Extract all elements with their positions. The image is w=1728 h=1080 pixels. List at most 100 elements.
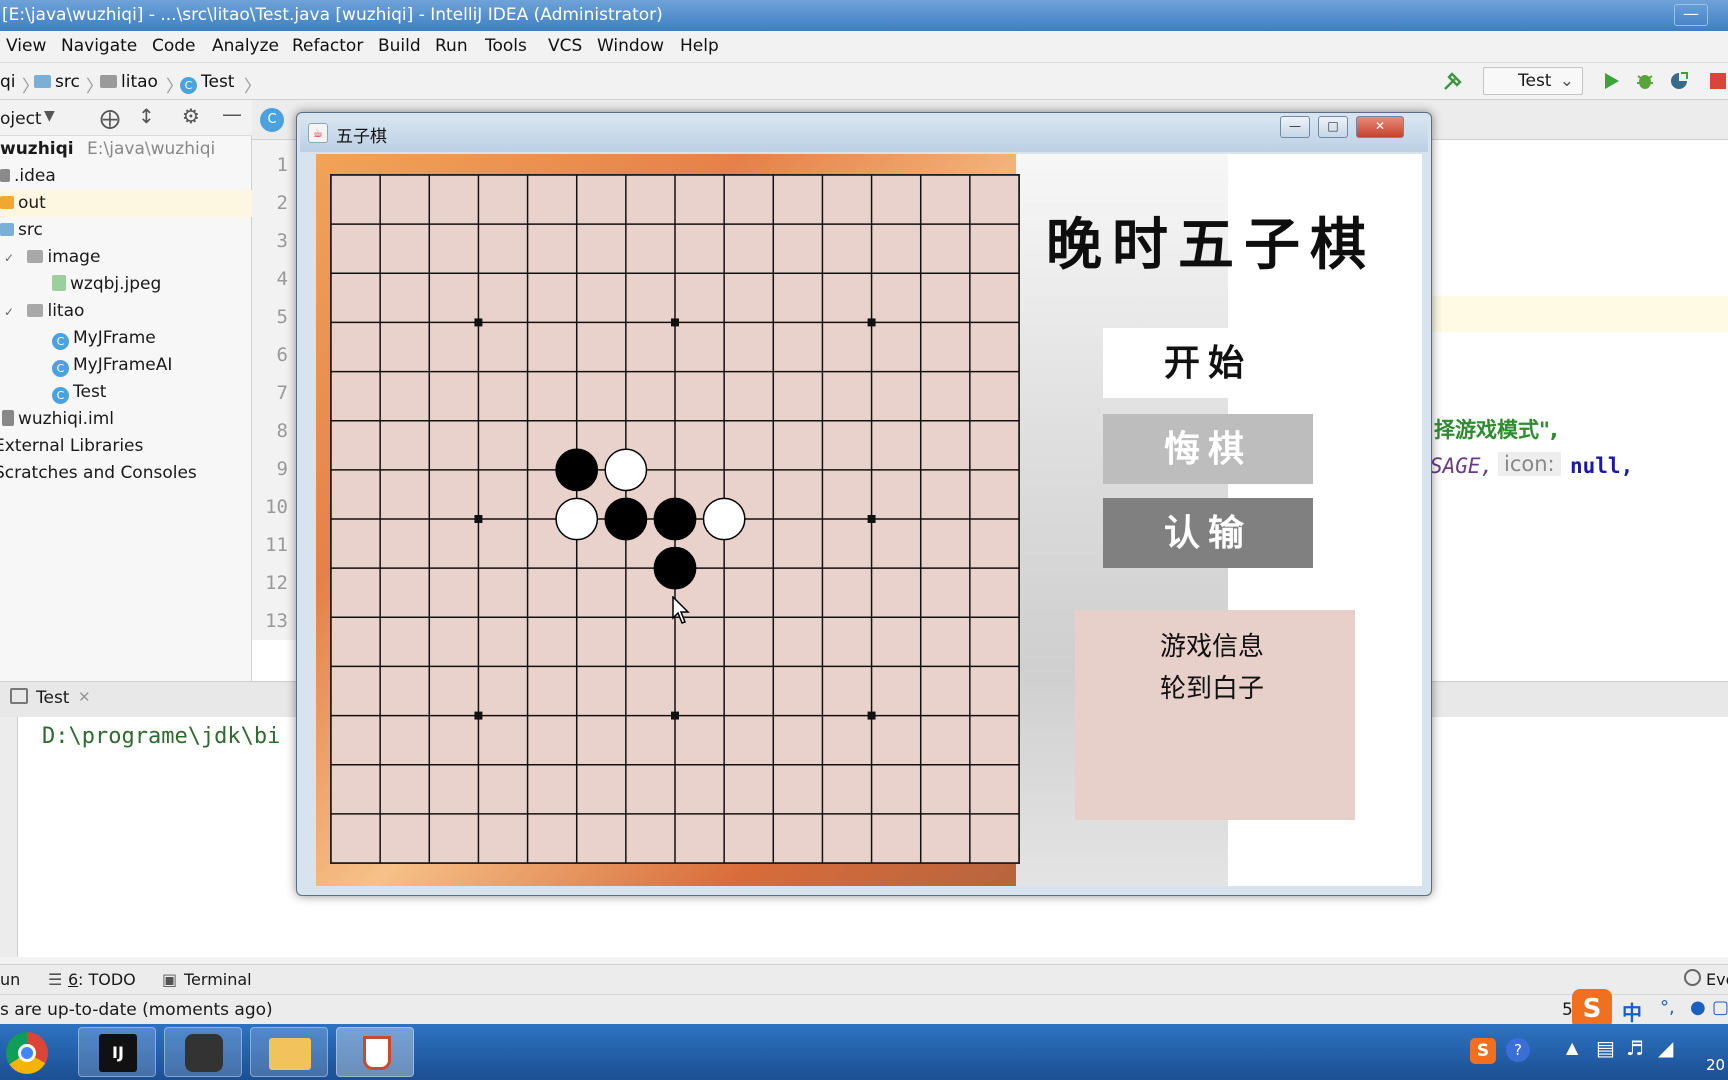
run-tab-test[interactable]: Test (36, 688, 69, 708)
chevron-down-icon[interactable]: ▼ (44, 108, 55, 124)
star-point (671, 318, 679, 327)
chevron-right-icon: 〉 (244, 77, 261, 97)
gear-icon[interactable]: ⚙ (182, 104, 200, 128)
undo-button[interactable]: 悔棋 (1103, 414, 1313, 484)
tree-item-src[interactable]: src (0, 217, 252, 244)
tree-item-iml[interactable]: wuzhiqi.iml (0, 406, 252, 433)
punctuation-icon[interactable]: °, (1660, 997, 1675, 1018)
run-configuration-label: Test (1518, 71, 1552, 91)
taskbar: IJ S ? ▲ ▤ ♬ ◢ 20 (0, 1024, 1728, 1080)
menu-run[interactable]: Run (435, 36, 468, 56)
volume-icon[interactable]: ♬ (1626, 1036, 1644, 1060)
tool-todo[interactable]: : TODO (78, 970, 136, 989)
resign-button[interactable]: 认输 (1103, 498, 1313, 568)
tree-item-myjframeai[interactable]: C MyJFrameAI (0, 352, 252, 379)
menu-help[interactable]: Help (680, 36, 719, 56)
sogou-tray-icon[interactable]: S (1470, 1038, 1496, 1064)
menu-view[interactable]: View (6, 36, 46, 56)
tool-run[interactable]: un (0, 970, 20, 989)
tool-todo-number[interactable]: 6 (68, 970, 78, 989)
microphone-icon[interactable]: ● (1690, 997, 1706, 1018)
network-icon[interactable]: ▤ (1596, 1036, 1615, 1060)
hide-panel-icon[interactable]: — (222, 102, 242, 126)
run-icon[interactable] (1600, 70, 1622, 92)
white-stone (702, 497, 746, 541)
chevron-up-icon[interactable]: ▲ (1566, 1038, 1578, 1057)
locate-target-icon[interactable]: ⨁ (100, 106, 120, 130)
taskbar-app[interactable] (164, 1027, 242, 1077)
debug-icon[interactable] (1634, 70, 1656, 92)
game-turn-status: 轮到白子 (1160, 674, 1265, 704)
taskbar-intellij[interactable]: IJ (78, 1027, 156, 1077)
minimize-button[interactable]: — (1280, 116, 1310, 138)
start-button[interactable]: 开始 (1103, 328, 1313, 398)
menu-window[interactable]: Window (597, 36, 664, 56)
gomoku-window-title: 五子棋 (336, 127, 387, 147)
breadcrumb-litao[interactable]: litao (100, 72, 158, 92)
game-info-title: 游戏信息 (1160, 632, 1265, 662)
code-null-keyword: null, (1570, 454, 1634, 478)
class-icon: C (52, 387, 69, 404)
sogou-ime-icon[interactable]: S (1572, 989, 1612, 1029)
tree-item-myjframe[interactable]: C MyJFrame (0, 325, 252, 352)
line-number: 12 (265, 572, 288, 594)
taskbar-explorer[interactable] (250, 1027, 328, 1077)
tree-item-wzqbj[interactable]: wzqbj.jpeg (0, 271, 252, 298)
tool-event-log[interactable]: Eve (1706, 970, 1728, 989)
event-log-icon (1684, 969, 1701, 986)
maximize-button[interactable]: □ (1318, 116, 1348, 138)
menu-bar: View Navigate Code Analyze Refactor Buil… (0, 31, 1728, 63)
white-stone (604, 448, 648, 492)
tree-item-out[interactable]: out (0, 190, 252, 217)
project-view-label[interactable]: oject (0, 109, 42, 129)
tree-item-image[interactable]: ✓ image (0, 244, 252, 271)
line-number: 9 (276, 458, 288, 480)
menu-build[interactable]: Build (378, 36, 421, 56)
class-icon[interactable]: C (260, 108, 284, 132)
tree-item-scratches[interactable]: Scratches and Consoles (0, 460, 252, 487)
chrome-icon[interactable] (6, 1032, 48, 1074)
package-icon (27, 304, 44, 317)
ide-minimize-button[interactable]: — (1674, 4, 1708, 26)
menu-navigate[interactable]: Navigate (61, 36, 137, 56)
menu-vcs[interactable]: VCS (548, 36, 582, 56)
ime-mode[interactable]: 中 (1622, 997, 1642, 1026)
image-file-icon (52, 275, 66, 291)
run-configuration-select[interactable]: Test ⌄ (1483, 67, 1583, 95)
breadcrumb-test[interactable]: C Test (180, 72, 234, 94)
clock[interactable]: 20 (1706, 1056, 1725, 1074)
game-board[interactable] (330, 174, 1020, 864)
close-button[interactable]: ✕ (1356, 116, 1404, 138)
signal-icon[interactable]: ◢ (1658, 1036, 1673, 1060)
line-number: 6 (276, 344, 288, 366)
menu-tools[interactable]: Tools (485, 36, 527, 56)
tree-item-litao[interactable]: ✓ litao (0, 298, 252, 325)
collapse-all-icon[interactable]: ↕ (138, 104, 155, 128)
keyboard-icon[interactable]: ▢ (1712, 997, 1728, 1018)
tree-item-idea[interactable]: .idea (0, 163, 252, 190)
coverage-icon[interactable] (1668, 70, 1690, 92)
stop-icon[interactable] (1710, 73, 1726, 89)
breadcrumb-project[interactable]: qi (0, 72, 16, 92)
menu-refactor[interactable]: Refactor (292, 36, 363, 56)
taskbar-java[interactable] (336, 1027, 414, 1077)
gomoku-window-titlebar[interactable] (300, 116, 1428, 152)
folder-icon (27, 250, 44, 263)
tree-item-external-libraries[interactable]: External Libraries (0, 433, 252, 460)
menu-code[interactable]: Code (152, 36, 196, 56)
run-toolbar (0, 717, 18, 957)
build-hammer-icon[interactable] (1442, 70, 1464, 92)
star-point (867, 711, 876, 720)
list-icon: ☰ (48, 970, 63, 989)
ide-title-bar: [E:\java\wuzhiqi] - ...\src\litao\Test.j… (0, 0, 1728, 31)
help-icon[interactable]: ? (1506, 1038, 1530, 1062)
tree-item-test[interactable]: C Test (0, 379, 252, 406)
breadcrumb-src[interactable]: src (34, 72, 80, 92)
java-icon (363, 1036, 391, 1070)
tree-item-wuzhiqi[interactable]: wuzhiqi E:\java\wuzhiqi (0, 136, 252, 163)
close-icon[interactable]: ✕ (78, 688, 91, 706)
line-number: 13 (265, 610, 288, 632)
line-number: 3 (276, 230, 288, 252)
menu-analyze[interactable]: Analyze (212, 36, 279, 56)
tool-terminal[interactable]: Terminal (184, 970, 252, 989)
